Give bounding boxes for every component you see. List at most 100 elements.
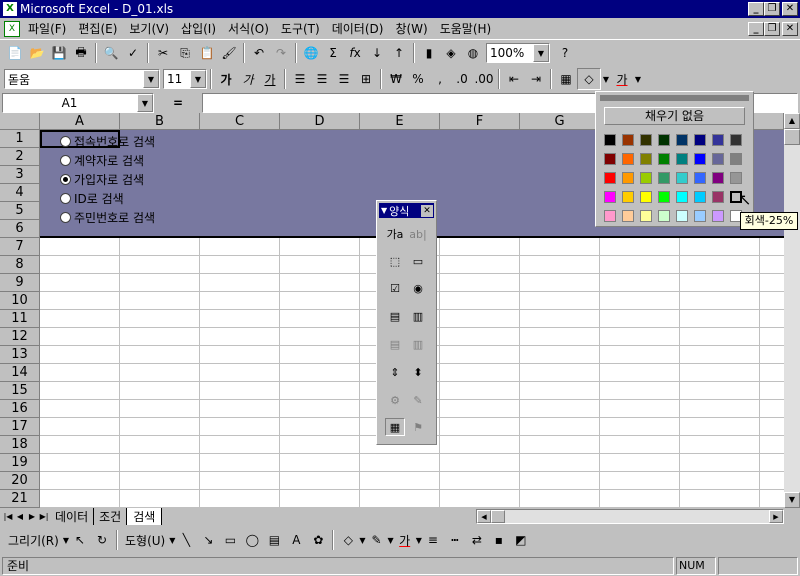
scroll-bar-control-icon[interactable]: ⇕ <box>385 363 405 381</box>
merge-center-icon[interactable]: ⊞ <box>355 68 377 90</box>
chevron-down-icon[interactable]: ▼ <box>190 70 206 88</box>
color-swatch[interactable] <box>622 210 634 222</box>
color-swatch[interactable] <box>730 153 742 165</box>
color-swatch[interactable] <box>640 191 652 203</box>
borders-icon[interactable]: ▦ <box>555 68 577 90</box>
col-header[interactable]: B <box>120 113 200 130</box>
first-sheet-icon[interactable]: |◀ <box>2 512 14 521</box>
shadow-icon[interactable]: ▪ <box>488 529 510 551</box>
bold-button[interactable]: 가 <box>215 68 237 90</box>
chevron-down-icon[interactable]: ▼ <box>137 93 153 112</box>
undo-icon[interactable]: ↶ <box>248 42 270 64</box>
color-swatch[interactable] <box>694 191 706 203</box>
open-icon[interactable]: 📂 <box>26 42 48 64</box>
menu-tools[interactable]: 도구(T) <box>275 20 326 37</box>
cut-icon[interactable]: ✂ <box>152 42 174 64</box>
rectangle-icon[interactable]: ▭ <box>219 529 241 551</box>
arrow-icon[interactable]: ↘ <box>197 529 219 551</box>
format-painter-icon[interactable]: 🖌 <box>218 42 240 64</box>
color-swatch[interactable] <box>676 153 688 165</box>
group-box-icon[interactable]: ⬚ <box>385 252 405 270</box>
align-center-icon[interactable]: ☰ <box>311 68 333 90</box>
restore-button[interactable]: ❐ <box>764 2 780 16</box>
chevron-down-icon[interactable]: ▼ <box>601 68 611 90</box>
color-swatch[interactable] <box>730 172 742 184</box>
decrease-indent-icon[interactable]: ⇤ <box>503 68 525 90</box>
name-box[interactable]: A1 ▼ <box>2 92 154 113</box>
font-color-button[interactable]: 가 <box>394 529 416 551</box>
scroll-down-icon[interactable]: ▼ <box>784 492 800 508</box>
draw-menu-button[interactable]: 그리기(R) <box>4 532 63 549</box>
row-header[interactable]: 16 <box>0 400 40 418</box>
hyperlink-icon[interactable]: 🌐 <box>300 42 322 64</box>
menu-data[interactable]: 데이터(D) <box>326 20 390 37</box>
row-header[interactable]: 21 <box>0 490 40 508</box>
color-swatch[interactable] <box>712 134 724 146</box>
save-icon[interactable]: 💾 <box>48 42 70 64</box>
color-swatch[interactable] <box>622 134 634 146</box>
line-style-icon[interactable]: ≡ <box>422 529 444 551</box>
increase-indent-icon[interactable]: ⇥ <box>525 68 547 90</box>
drawing-icon[interactable]: ◍ <box>462 42 484 64</box>
color-swatch[interactable] <box>676 134 688 146</box>
color-swatch[interactable] <box>694 153 706 165</box>
menu-view[interactable]: 보기(V) <box>123 20 175 37</box>
color-swatch[interactable] <box>712 191 724 203</box>
spinner-control-icon[interactable]: ⬍ <box>408 363 428 381</box>
scroll-right-icon[interactable]: ▶ <box>769 510 783 523</box>
radio-option[interactable]: 접속번호로 검색 <box>60 133 155 150</box>
h-scroll-thumb[interactable] <box>491 510 505 523</box>
sort-ascending-icon[interactable]: ↓ <box>366 42 388 64</box>
forms-toolbar-titlebar[interactable]: ▼ 양식 ✕ <box>379 203 434 218</box>
percent-button[interactable]: % <box>407 68 429 90</box>
row-header[interactable]: 13 <box>0 346 40 364</box>
autoshapes-menu-button[interactable]: 도형(U) <box>121 532 169 549</box>
checkbox-control-icon[interactable]: ☑ <box>385 279 405 297</box>
color-swatch[interactable] <box>622 153 634 165</box>
workbook-icon[interactable]: X <box>4 20 20 37</box>
redo-icon[interactable]: ↷ <box>270 42 292 64</box>
menu-insert[interactable]: 삽입(I) <box>175 20 222 37</box>
spelling-icon[interactable]: ✓ <box>122 42 144 64</box>
currency-button[interactable]: ₩ <box>385 68 407 90</box>
menu-edit[interactable]: 편집(E) <box>72 20 123 37</box>
prev-sheet-icon[interactable]: ◀ <box>14 512 26 521</box>
row-header[interactable]: 3 <box>0 166 40 184</box>
italic-button[interactable]: 가 <box>237 68 259 90</box>
menu-format[interactable]: 서식(O) <box>222 20 275 37</box>
col-header[interactable]: E <box>360 113 440 130</box>
zoom-select[interactable]: 100% ▼ <box>486 43 550 63</box>
color-swatch[interactable] <box>658 134 670 146</box>
row-header[interactable]: 5 <box>0 202 40 220</box>
radio-button-selected[interactable] <box>60 174 71 185</box>
row-header[interactable]: 1 <box>0 130 40 148</box>
color-swatch[interactable] <box>658 210 670 222</box>
increase-decimal-icon[interactable]: .0 <box>451 68 473 90</box>
scroll-up-icon[interactable]: ▲ <box>784 113 800 129</box>
row-header[interactable]: 10 <box>0 292 40 310</box>
chevron-down-icon[interactable]: ▼ <box>533 44 549 62</box>
no-fill-button[interactable]: 채우기 없음 <box>604 107 745 125</box>
clipart-icon[interactable]: ✿ <box>307 529 329 551</box>
fill-color-icon[interactable]: ◇ <box>337 529 359 551</box>
minimize-button[interactable]: _ <box>748 2 764 16</box>
color-swatch[interactable] <box>640 210 652 222</box>
color-swatch[interactable] <box>604 172 616 184</box>
row-header[interactable]: 9 <box>0 274 40 292</box>
row-header[interactable]: 11 <box>0 310 40 328</box>
scroll-thumb[interactable] <box>784 129 800 145</box>
select-all-corner[interactable] <box>0 113 40 130</box>
radio-option[interactable]: 계약자로 검색 <box>60 152 144 169</box>
row-header[interactable]: 15 <box>0 382 40 400</box>
map-icon[interactable]: ◈ <box>440 42 462 64</box>
color-swatch[interactable] <box>640 172 652 184</box>
radio-option[interactable]: 주민번호로 검색 <box>60 209 155 226</box>
col-header[interactable]: C <box>200 113 280 130</box>
chevron-down-icon[interactable]: ▼ <box>381 206 387 215</box>
sheet-tab[interactable]: 데이터 <box>50 508 95 525</box>
col-header[interactable]: A <box>40 113 120 130</box>
arrow-style-icon[interactable]: ⇄ <box>466 529 488 551</box>
row-header[interactable]: 18 <box>0 436 40 454</box>
color-swatch[interactable] <box>730 134 742 146</box>
print-icon[interactable]: 🖶 <box>70 42 92 64</box>
